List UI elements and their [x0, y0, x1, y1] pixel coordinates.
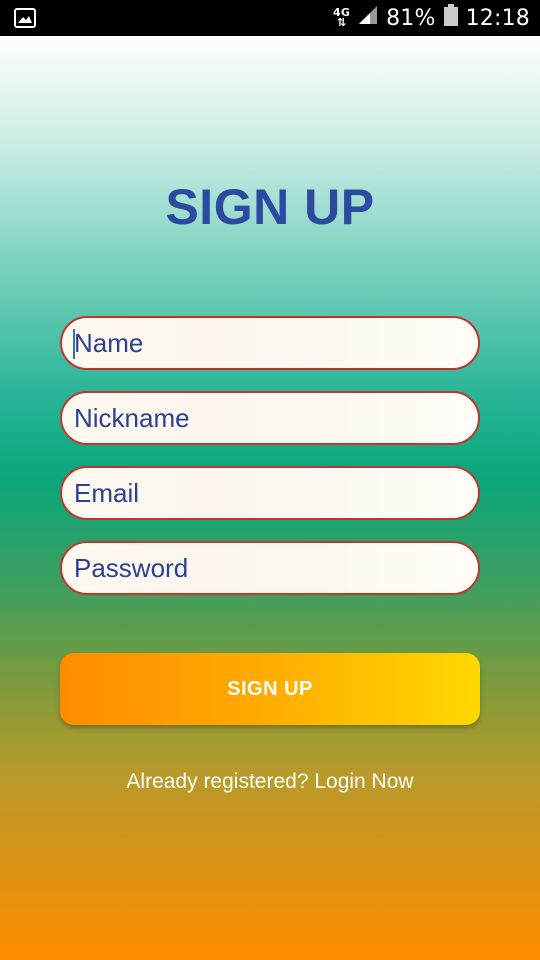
clock: 12:18 [465, 5, 530, 31]
gallery-icon [14, 8, 36, 28]
signal-icon [358, 5, 378, 31]
text-cursor [73, 329, 75, 359]
network-type: 4G [333, 6, 351, 19]
nickname-field[interactable] [60, 391, 480, 445]
status-bar: 4G ⇅ 81% 12:18 [0, 0, 540, 36]
password-field[interactable] [60, 541, 480, 595]
signup-screen: SIGN UP SIGN UP Already registered? Logi… [0, 36, 540, 960]
network-4g-icon: 4G ⇅ [333, 6, 351, 29]
email-field[interactable] [60, 466, 480, 520]
page-title: SIGN UP [165, 179, 375, 235]
nickname-input[interactable] [62, 393, 478, 443]
status-icons: 4G ⇅ 81% 12:18 [333, 0, 530, 36]
login-link[interactable]: Already registered? Login Now [0, 770, 540, 794]
name-input[interactable] [62, 318, 478, 368]
password-input[interactable] [62, 543, 478, 593]
name-field[interactable] [60, 316, 480, 370]
signup-button[interactable]: SIGN UP [60, 653, 480, 725]
battery-icon [443, 4, 458, 32]
battery-percent: 81% [386, 5, 436, 31]
email-input[interactable] [62, 468, 478, 518]
